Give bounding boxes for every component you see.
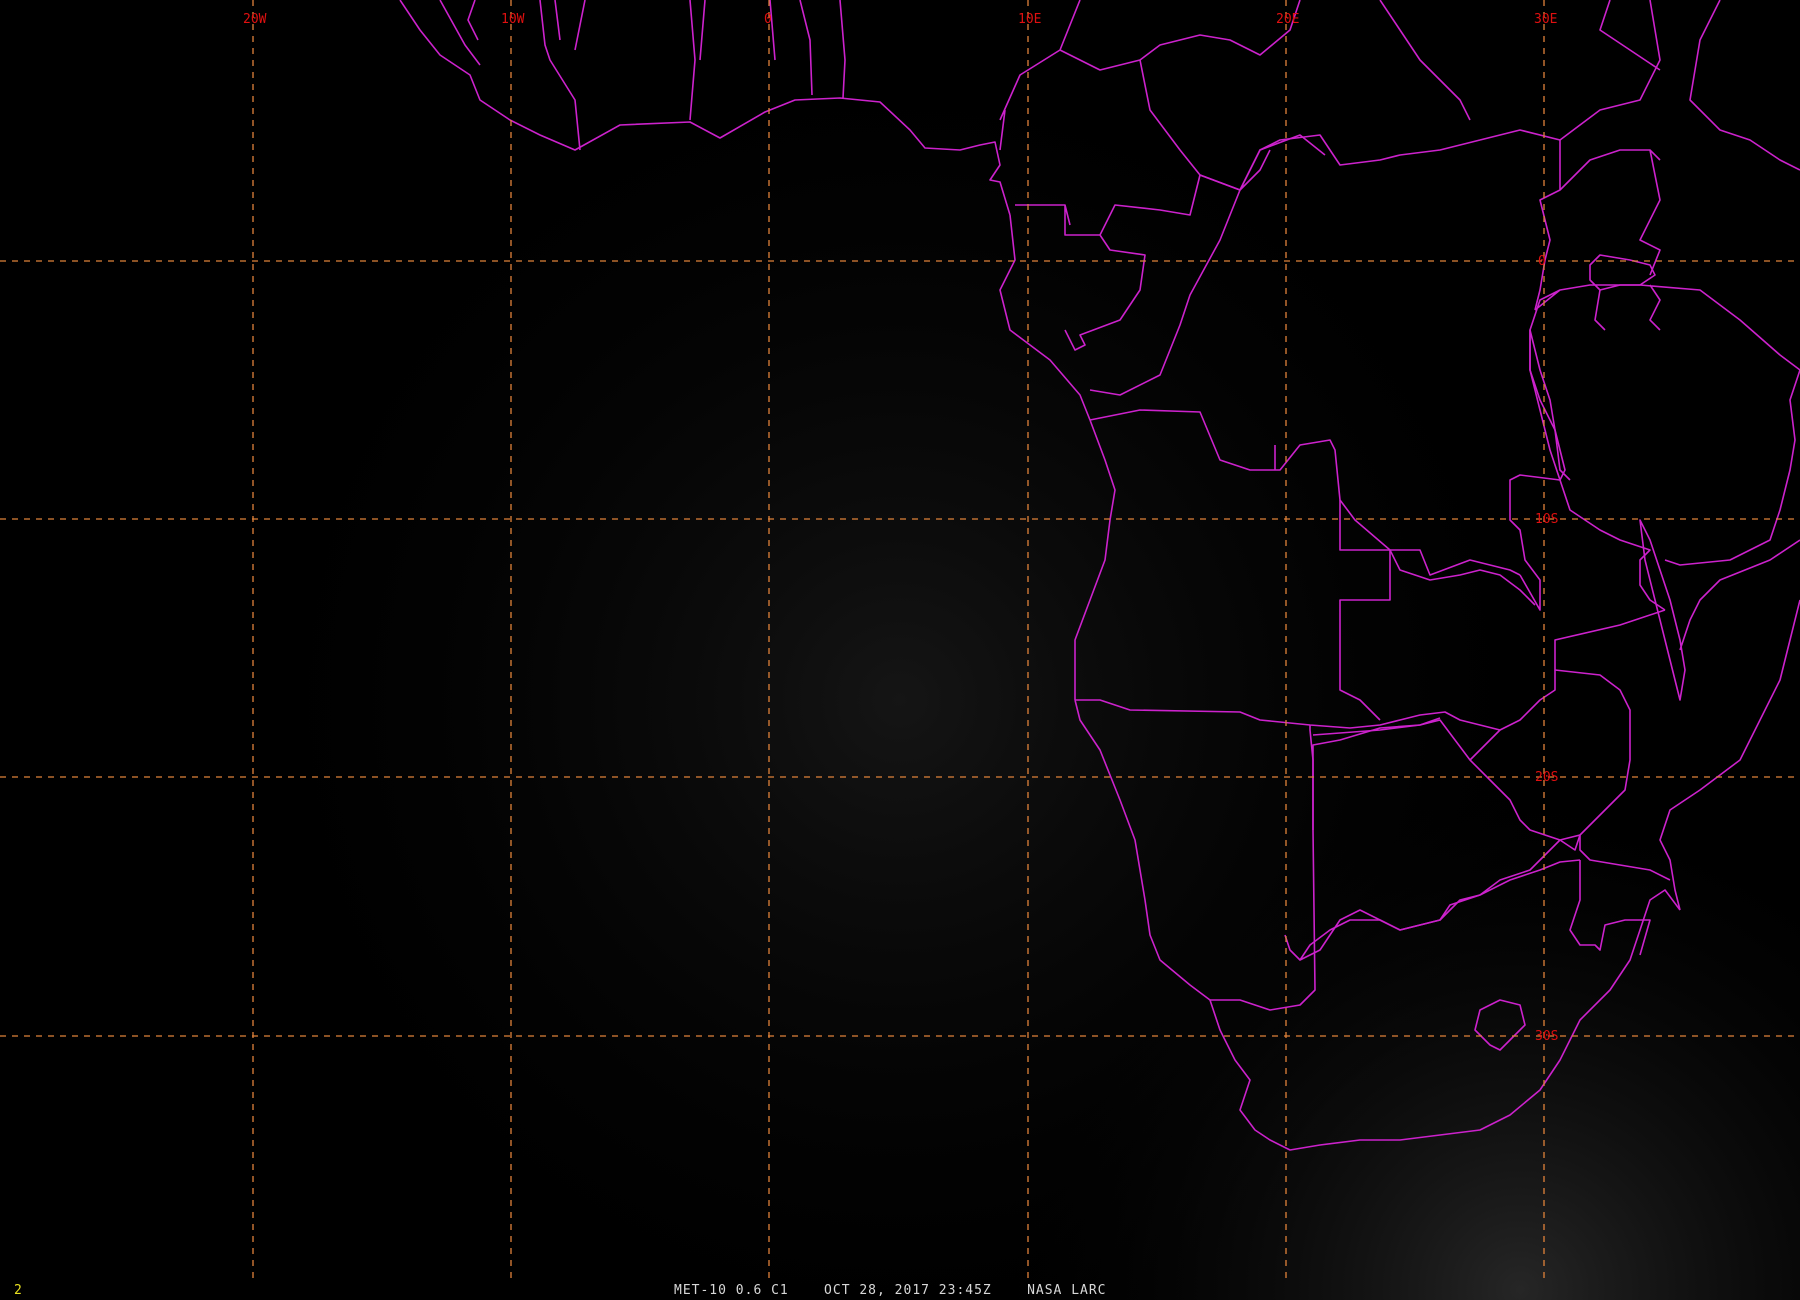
longitude-label: 20E — [1276, 12, 1299, 27]
longitude-label: 20W — [243, 12, 267, 27]
frame-number: 2 — [14, 1283, 23, 1298]
latitude-label: 20S — [1535, 770, 1558, 785]
longitude-label: 0 — [764, 12, 772, 27]
longitude-label: 30E — [1534, 12, 1557, 27]
latitude-label: 0 — [1538, 254, 1546, 269]
image-caption: MET-10 0.6 C1 OCT 28, 2017 23:45Z NASA L… — [674, 1283, 1107, 1298]
latitude-label: 10S — [1535, 512, 1558, 527]
longitude-label: 10W — [501, 12, 525, 27]
sunlit-glow-corner — [0, 0, 1800, 1300]
longitude-label: 10E — [1018, 12, 1041, 27]
satellite-map: 20W 10W 0 10E 20E 30E 0 10S 20S 30S — [0, 0, 1800, 1300]
latitude-label: 30S — [1535, 1029, 1558, 1044]
